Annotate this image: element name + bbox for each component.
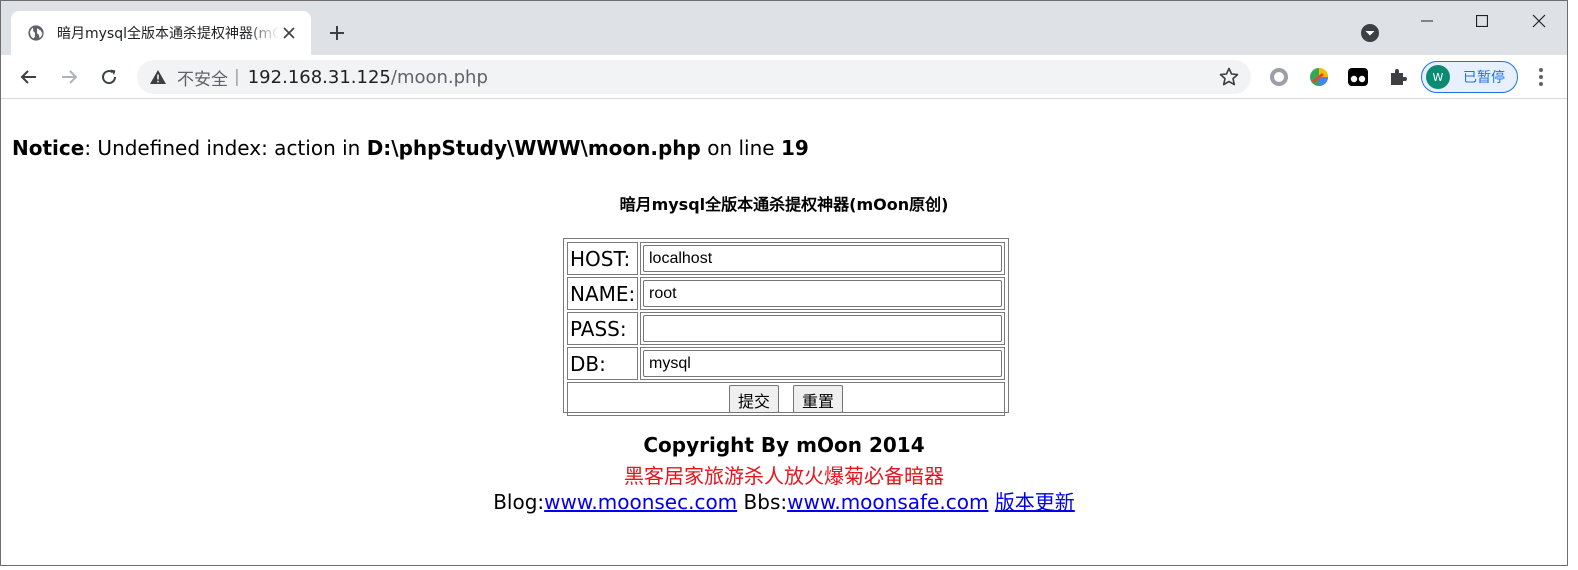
maximize-icon <box>1476 15 1488 27</box>
notice-label: Notice <box>12 136 85 160</box>
notice-line: 19 <box>780 136 809 160</box>
reload-button[interactable] <box>95 63 123 91</box>
profile-button[interactable]: W 已暂停 <box>1421 61 1518 93</box>
warning-icon[interactable] <box>149 68 167 86</box>
copyright-text: Copyright By mOon 2014 <box>643 433 925 457</box>
login-form: HOST: NAME: PASS: DB: 提交重置 <box>563 238 1009 416</box>
blog-link[interactable]: www.moonsec.com <box>544 490 737 514</box>
tab-active[interactable]: 暗月mysql全版本通杀提权神器(mOon原创) <box>11 11 311 55</box>
name-label: NAME: <box>567 277 638 310</box>
form-table: HOST: NAME: PASS: DB: 提交重置 <box>565 240 1007 418</box>
forward-button[interactable] <box>55 63 83 91</box>
browser-toolbar: 不安全 | 192.168.31.125/moon.php W 已暂停 <box>1 55 1567 99</box>
arrow-right-icon <box>62 70 78 84</box>
bbs-link[interactable]: www.moonsafe.com <box>787 490 988 514</box>
address-separator: | <box>234 67 240 87</box>
minimize-button[interactable] <box>1404 9 1450 33</box>
avatar: W <box>1426 65 1450 89</box>
form-row-pass: PASS: <box>567 312 1005 345</box>
close-window-button[interactable] <box>1516 9 1562 33</box>
pass-label: PASS: <box>567 312 638 345</box>
url-path: /moon.php <box>390 66 488 88</box>
form-buttons: 提交 重置 <box>567 382 1005 416</box>
arrow-left-icon <box>20 70 36 84</box>
form-row-buttons: 提交 重置 <box>567 382 1005 416</box>
tab-search-icon[interactable] <box>1360 23 1380 43</box>
page-content: Notice: Undefined index: action in D:\ph… <box>1 100 1567 565</box>
new-tab-button[interactable] <box>323 19 351 47</box>
extension-colorful-icon[interactable] <box>1308 66 1330 88</box>
maximize-button[interactable] <box>1459 9 1505 33</box>
db-label: DB: <box>567 347 638 380</box>
profile-status-label: 已暂停 <box>1463 70 1505 86</box>
extension-ring-icon[interactable] <box>1268 66 1290 88</box>
address-bar[interactable]: 不安全 | 192.168.31.125/moon.php <box>137 60 1251 94</box>
tab-title: 暗月mysql全版本通杀提权神器(mOon原创) <box>57 26 279 42</box>
pass-input[interactable] <box>643 315 1002 342</box>
reset-button[interactable]: 重置 <box>793 385 844 413</box>
notice-path: D:\phpStudy\WWW\moon.php <box>366 136 701 160</box>
blog-label: Blog: <box>493 490 545 514</box>
back-button[interactable] <box>15 63 43 91</box>
tab-strip: 暗月mysql全版本通杀提权神器(mOon原创) <box>1 1 1567 55</box>
form-row-host: HOST: <box>567 242 1005 275</box>
browser-window: 暗月mysql全版本通杀提权神器(mOon原创) <box>0 0 1568 566</box>
submit-button[interactable]: 提交 <box>728 385 779 413</box>
notice-text-b: on line <box>700 136 781 160</box>
address-url[interactable]: 192.168.31.125/moon.php <box>248 67 488 88</box>
host-label: HOST: <box>567 242 638 275</box>
bbs-label: Bbs: <box>743 490 788 514</box>
name-input[interactable] <box>643 280 1002 307</box>
host-input[interactable] <box>643 245 1002 272</box>
form-row-name: NAME: <box>567 277 1005 310</box>
form-row-db: DB: <box>567 347 1005 380</box>
globe-icon <box>28 25 44 41</box>
minimize-icon <box>1421 20 1433 22</box>
php-notice: Notice: Undefined index: action in D:\ph… <box>12 136 809 160</box>
reload-icon <box>102 69 117 85</box>
star-icon[interactable] <box>1219 67 1239 87</box>
slogan-text: 黑客居家旅游杀人放火爆菊必备暗器 <box>624 464 944 488</box>
tampermonkey-icon[interactable] <box>1347 66 1369 88</box>
footer-links: Blog:www.moonsec.com Bbs:www.moonsafe.co… <box>1 486 1567 515</box>
url-host: 192.168.31.125 <box>247 66 391 88</box>
tab-close-icon[interactable] <box>279 23 299 43</box>
menu-dots-icon[interactable] <box>1531 66 1551 88</box>
notice-text-a: : Undefined index: action in <box>84 136 367 160</box>
close-icon <box>1532 14 1546 28</box>
insecure-label: 不安全 <box>177 69 228 90</box>
update-link[interactable]: 版本更新 <box>995 490 1075 514</box>
plus-icon <box>330 26 344 40</box>
db-input[interactable] <box>643 350 1002 377</box>
puzzle-icon[interactable] <box>1387 66 1409 88</box>
page-title: 暗月mysql全版本通杀提权神器(mOon原创) <box>619 195 949 214</box>
